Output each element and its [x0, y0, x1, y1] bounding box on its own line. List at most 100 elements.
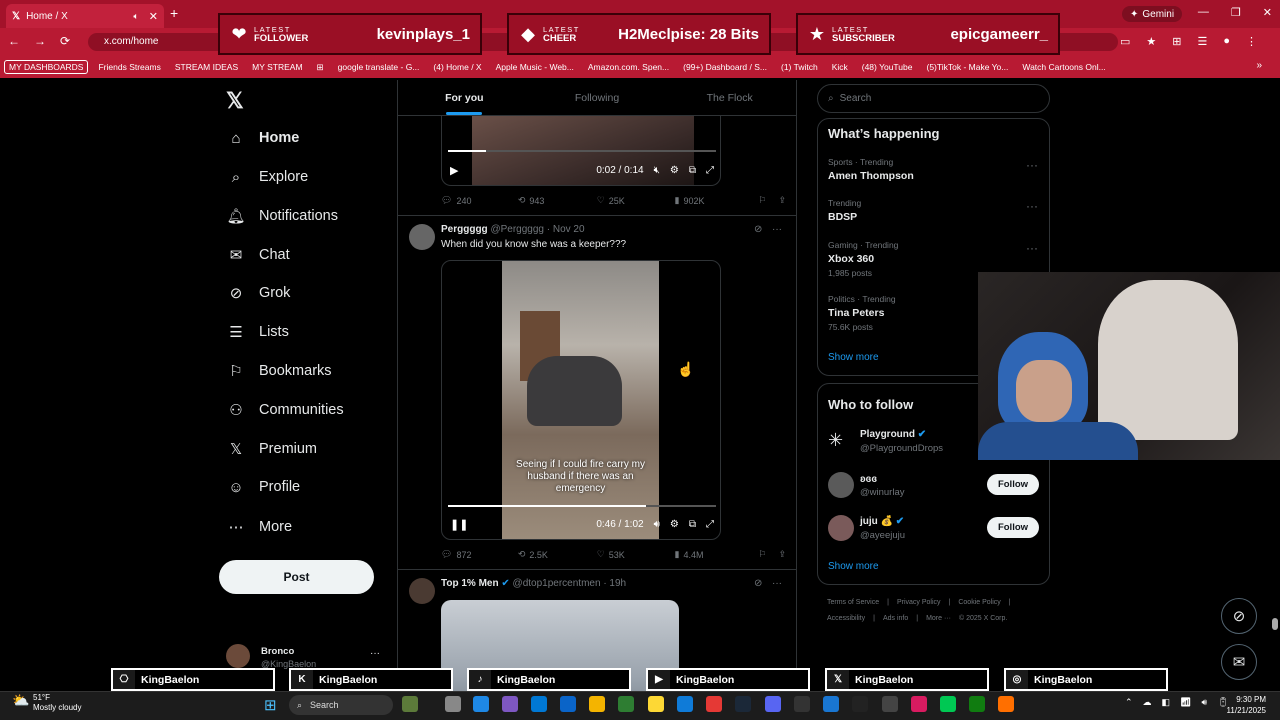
avatar[interactable] [409, 224, 435, 250]
search-input[interactable]: ⌕ Search [817, 84, 1050, 113]
nav-item-more[interactable]: ⋯ More [227, 518, 293, 536]
bookmark-item[interactable]: Apple Music - Web... [492, 61, 578, 73]
forward-button[interactable]: → [34, 34, 46, 48]
bookmarks-more-button[interactable]: » [1256, 60, 1262, 71]
app-icon[interactable] [618, 696, 634, 712]
outlook-icon[interactable] [560, 696, 576, 712]
epic-games-icon[interactable] [794, 696, 810, 712]
grok-icon[interactable]: ⊘ [754, 224, 762, 235]
bookmark-star-icon[interactable]: ★ [1146, 35, 1156, 48]
grok-icon[interactable]: ⊘ [754, 578, 762, 589]
folder-icon[interactable] [589, 696, 605, 712]
x-logo-icon[interactable]: 𝕏 [226, 88, 244, 114]
repost-button[interactable]: ⟲ 2.5K [518, 549, 597, 560]
reply-button[interactable]: 💬︎ 240 [441, 195, 518, 206]
close-window-button[interactable]: ✕ [1263, 6, 1272, 19]
nav-item-lists[interactable]: ☰ Lists [227, 323, 289, 341]
gemini-button[interactable]: ✦ Gemini [1122, 6, 1183, 22]
app-tray-icon[interactable]: ◧ [1162, 697, 1171, 708]
more-icon[interactable]: ··· [1026, 158, 1038, 172]
author-name[interactable]: Top 1% Men [441, 578, 499, 589]
taskbar-clock[interactable]: 9:30 PM 11/21/2025 [1227, 694, 1266, 716]
bookmark-item[interactable]: (48) YouTube [858, 61, 917, 73]
settings-icon[interactable]: ⚙ [670, 165, 679, 176]
wifi-icon[interactable]: 📶︎ [1180, 697, 1191, 708]
bookmark-button[interactable]: ⚐ [758, 195, 766, 206]
bookmark-item[interactable]: (99+) Dashboard / S... [679, 61, 771, 73]
share-button[interactable]: ⇪ [778, 195, 786, 206]
app-icon[interactable] [940, 696, 956, 712]
profile-icon[interactable]: ● [1223, 35, 1230, 48]
tweet-date[interactable]: · 19h [603, 578, 626, 589]
more-icon[interactable]: ··· [1026, 199, 1038, 213]
task-view-icon[interactable] [445, 696, 461, 712]
app-icon[interactable] [998, 696, 1014, 712]
browser-tab[interactable]: 𝕏 Home / X 🔈︎ ✕ [6, 4, 164, 28]
scrollbar-thumb[interactable] [1272, 618, 1278, 630]
bookmark-item[interactable]: (1) Twitch [777, 61, 822, 73]
mute-icon[interactable]: 🔈︎ [133, 11, 138, 22]
author-name[interactable]: Perggggg [441, 224, 488, 235]
more-icon[interactable]: ··· [1026, 241, 1038, 255]
bookmark-item[interactable]: MY STREAM [248, 61, 306, 73]
show-more-link[interactable]: Show more [828, 352, 879, 363]
notes-icon[interactable] [648, 696, 664, 712]
video-progress-track[interactable] [448, 150, 716, 152]
bookmark-item[interactable]: Kick [828, 61, 852, 73]
app-icon[interactable] [852, 696, 868, 712]
follow-button[interactable]: Follow [987, 474, 1039, 495]
chrome-icon[interactable] [706, 696, 722, 712]
tweet-date[interactable]: · Nov 20 [547, 224, 585, 235]
video-player[interactable]: ▶ 0:02 / 0:14 🔇︎ ⚙ ⧉ ⤢ [441, 116, 721, 186]
nav-item-explore[interactable]: ⌕ Explore [227, 168, 308, 186]
more-icon[interactable]: ··· [772, 578, 782, 589]
trend-item[interactable]: Sports · Trending Amen Thompson [828, 157, 914, 182]
ads-info-link[interactable]: Ads info [883, 615, 908, 622]
show-hidden-icons[interactable]: ⌃ [1125, 697, 1133, 708]
accessibility-link[interactable]: Accessibility [827, 615, 865, 622]
account-switcher[interactable]: Bronco @KingBaelon ··· [226, 642, 386, 669]
reading-list-icon[interactable]: ☰ [1198, 35, 1208, 48]
start-icon[interactable]: ⊞ [264, 696, 277, 714]
fullscreen-icon[interactable]: ⤢ [706, 519, 714, 530]
tab-for-you[interactable]: For you [398, 80, 531, 115]
like-button[interactable]: ♡ 25K [597, 195, 675, 206]
views-button[interactable]: ▮ 902K [675, 195, 759, 206]
fullscreen-icon[interactable]: ⤢ [706, 165, 714, 176]
follow-button[interactable]: Follow [987, 517, 1039, 538]
weather-widget[interactable]: ⛅ 51°F Mostly cloudy [12, 693, 81, 713]
terms-link[interactable]: Terms of Service [827, 599, 879, 606]
nav-item-home[interactable]: ⌂ Home [227, 129, 299, 147]
more-icon[interactable]: ··· [370, 648, 380, 659]
volume-icon[interactable]: 🔊︎ [654, 519, 660, 530]
tiktok-app-icon[interactable] [911, 696, 927, 712]
pip-icon[interactable]: ⧉ [689, 165, 696, 176]
nav-item-profile[interactable]: ☺ Profile [227, 478, 300, 496]
bookmark-item[interactable]: Amazon.com. Spen... [584, 61, 673, 73]
obs-icon[interactable] [882, 696, 898, 712]
like-button[interactable]: ♡ 53K [597, 549, 675, 560]
taskbar-search[interactable]: ⌕ Search [289, 695, 393, 715]
trend-item[interactable]: Politics · Trending Tina Peters 75.6K post… [828, 294, 896, 332]
share-button[interactable]: ⇪ [778, 549, 786, 560]
app-icon[interactable] [823, 696, 839, 712]
author-handle[interactable]: @dtop1percentmen [513, 578, 601, 589]
bookmark-item[interactable]: MY DASHBOARDS [4, 60, 89, 74]
bookmark-button[interactable]: ⚐ [758, 549, 766, 560]
minimize-button[interactable]: — [1198, 6, 1209, 19]
xbox-icon[interactable] [969, 696, 985, 712]
steam-icon[interactable] [735, 696, 751, 712]
cast-icon[interactable]: ▭ [1120, 35, 1130, 48]
avatar[interactable] [409, 578, 435, 604]
trend-item[interactable]: Trending BDSP [828, 198, 861, 223]
show-more-link[interactable]: Show more [828, 561, 879, 572]
store-icon[interactable] [531, 696, 547, 712]
video-progress-track[interactable] [448, 505, 716, 507]
author-handle[interactable]: @Perggggg [490, 224, 544, 235]
extensions-icon[interactable]: ⊞ [1172, 35, 1181, 48]
nav-item-notifications[interactable]: 🔔︎ Notifications [226, 207, 338, 225]
play-icon[interactable]: ▶ [450, 164, 458, 177]
grok-fab-button[interactable]: ⊘ [1221, 598, 1257, 634]
maximize-button[interactable]: ❐ [1231, 6, 1241, 19]
menu-icon[interactable]: ⋮ [1246, 35, 1257, 48]
